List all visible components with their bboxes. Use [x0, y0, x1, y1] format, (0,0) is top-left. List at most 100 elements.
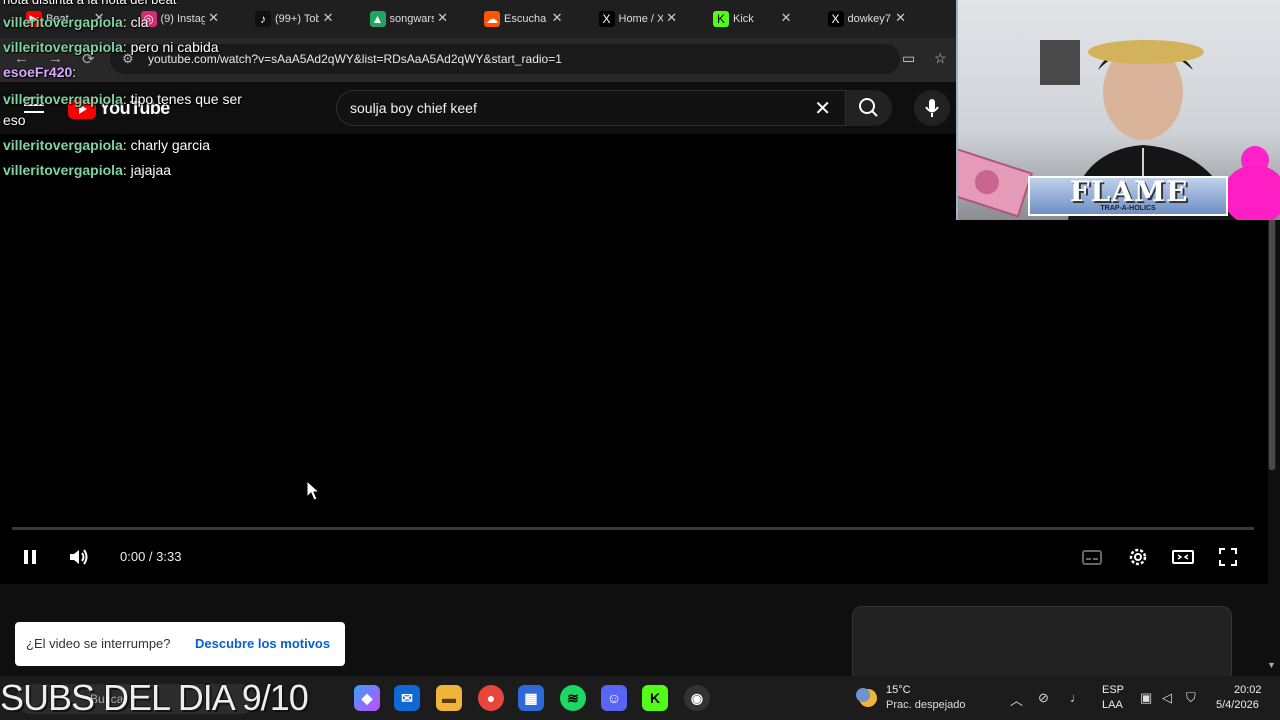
browser-tab[interactable]: ♪ (99+) Toby ✕ — [229, 0, 344, 38]
browser-tab[interactable]: Xdowkey7 ✕ — [802, 0, 917, 38]
copilot-icon[interactable]: ◆ — [354, 685, 380, 711]
chat-text: cla — [130, 14, 149, 30]
browser-tab[interactable]: ▲ songwars ✕ — [344, 0, 459, 38]
close-tab-icon[interactable]: ✕ — [666, 10, 677, 26]
pause-icon[interactable] — [18, 545, 42, 569]
mail-icon[interactable]: ✉ — [394, 685, 420, 711]
spotify-icon[interactable]: ≋ — [560, 685, 586, 711]
chat-username: villeritovergapiola — [3, 14, 123, 30]
chat-message: eso — [3, 112, 26, 128]
close-tab-icon[interactable]: ✕ — [781, 10, 792, 26]
settings-gear-icon[interactable] — [1126, 545, 1150, 569]
kick-app-icon[interactable]: K — [642, 685, 668, 711]
clock-date[interactable]: 5/4/2026 — [1216, 699, 1259, 711]
fullscreen-icon[interactable] — [1216, 545, 1240, 569]
voice-search-button[interactable] — [914, 90, 950, 126]
tab-label: (99+) Toby — [275, 13, 319, 25]
x-icon: X — [827, 11, 844, 27]
network-off-icon[interactable]: ⊘ — [1038, 690, 1049, 706]
tab-label: Home / X — [618, 13, 663, 25]
kick-icon: K — [713, 11, 729, 27]
close-tab-icon[interactable]: ✕ — [552, 10, 563, 26]
clock-time[interactable]: 20:02 — [1234, 684, 1262, 696]
cast-icon[interactable]: ▭ — [902, 50, 915, 67]
store-icon[interactable]: ▦ — [518, 685, 544, 711]
chat-message: esoeFr420: — [3, 64, 76, 80]
chat-message: villeritovergapiola: pero ni cabida — [3, 39, 219, 55]
flame-banner: FLAME TRAP-A-HOLICS — [1028, 176, 1228, 216]
search-query-text: soulja boy chief keef — [350, 100, 477, 116]
browser-tab[interactable]: ☁ Escucha la ✕ — [458, 0, 573, 38]
subtitles-icon[interactable] — [1080, 545, 1104, 569]
clear-search-icon[interactable]: ✕ — [814, 96, 831, 121]
browser-tab[interactable]: K Kick ✕ — [687, 0, 802, 38]
weather-moon-icon — [856, 688, 877, 707]
tiktok-icon: ♪ — [255, 11, 271, 27]
close-tab-icon[interactable]: ✕ — [323, 10, 334, 26]
chat-username: villeritovergapiola — [3, 162, 123, 178]
chat-separator: : — [72, 64, 77, 80]
time-display: 0:00 / 3:33 — [120, 549, 182, 564]
scroll-down-arrow-icon[interactable]: ▼ — [1267, 660, 1276, 670]
tab-label: songwars — [389, 13, 434, 25]
ad-placeholder — [852, 606, 1232, 676]
search-icon — [859, 98, 878, 117]
webcam-overlay: FLAME TRAP-A-HOLICS — [956, 0, 1280, 220]
close-tab-icon[interactable]: ✕ — [208, 10, 219, 26]
close-tab-icon[interactable]: ✕ — [895, 10, 906, 26]
mouse-cursor-icon — [306, 480, 320, 501]
chevron-up-icon[interactable]: ︿ — [1010, 690, 1023, 709]
chat-separator: : — [122, 91, 131, 107]
speaker-icon[interactable]: ◁ — [1162, 690, 1172, 706]
close-tab-icon[interactable]: ✕ — [437, 10, 448, 26]
drive-icon: ▲ — [369, 11, 386, 27]
weather-temperature: 15°C — [886, 684, 911, 696]
bookmark-star-icon[interactable]: ☆ — [934, 50, 947, 67]
chat-message: villeritovergapiola: tipo tenes que ser — [3, 91, 242, 107]
player-controls: 0:00 / 3:33 — [0, 539, 1268, 575]
subs-of-day-overlay: SUBS DEL DIA 9/10 — [0, 677, 309, 718]
soundcloud-icon: ☁ — [484, 11, 500, 27]
chat-partial-line: nota distinta a la nota del beat — [3, 0, 176, 8]
keyboard-layout[interactable]: LAA — [1102, 699, 1123, 711]
chat-separator: : — [122, 39, 131, 55]
chat-text: charly garcia — [130, 137, 210, 153]
chat-text: jajajaa — [130, 162, 172, 178]
shield-icon[interactable]: ⛉ — [1186, 690, 1196, 706]
chat-text: eso — [3, 112, 26, 128]
chat-username: esoeFr420 — [3, 64, 73, 80]
obs-icon[interactable]: ◉ — [684, 685, 710, 711]
chat-text: pero ni cabida — [130, 39, 219, 55]
microphone-tray-icon[interactable]: ♩ — [1070, 690, 1083, 705]
search-button[interactable] — [846, 90, 892, 126]
chat-separator: : — [122, 14, 131, 30]
volume-icon[interactable] — [66, 545, 90, 569]
discord-icon[interactable]: ☺ — [601, 685, 627, 711]
chat-username: villeritovergapiola — [3, 91, 123, 107]
theater-mode-icon[interactable] — [1171, 545, 1195, 569]
flame-subtitle: TRAP-A-HOLICS — [1100, 205, 1156, 212]
url-field[interactable]: ⚙ youtube.com/watch?v=sAaA5Ad2qWY&list=R… — [110, 44, 900, 74]
chrome-icon[interactable]: ● — [478, 685, 504, 711]
tab-label: Kick — [733, 13, 754, 25]
playback-notice: ¿El video se interrumpe? Descubre los mo… — [15, 622, 345, 666]
weather-description: Prac. despejado — [886, 699, 966, 711]
browser-tab[interactable]: X Home / X ✕ — [573, 0, 688, 38]
tab-label: dowkey7 — [847, 13, 891, 25]
language-indicator[interactable]: ESP — [1102, 684, 1124, 696]
file-explorer-icon[interactable]: ▬ — [436, 685, 462, 711]
chat-separator: : — [122, 137, 131, 153]
tab-label: (9) Instagram — [160, 13, 205, 25]
buddha-sticker — [1223, 146, 1280, 220]
chat-username: villeritovergapiola — [3, 39, 123, 55]
display-icon[interactable]: ▣ — [1140, 690, 1152, 706]
notice-question: ¿El video se interrumpe? — [26, 636, 171, 651]
notice-link[interactable]: Descubre los motivos — [195, 636, 330, 651]
money-sticker — [958, 147, 1034, 218]
progress-bar[interactable] — [12, 527, 1254, 530]
chat-message: villeritovergapiola: charly garcia — [3, 137, 210, 153]
search-input[interactable]: soulja boy chief keef ✕ — [336, 90, 846, 126]
microphone-icon — [925, 99, 939, 117]
chat-text: tipo tenes que ser — [130, 91, 242, 107]
chat-username: villeritovergapiola — [3, 137, 123, 153]
